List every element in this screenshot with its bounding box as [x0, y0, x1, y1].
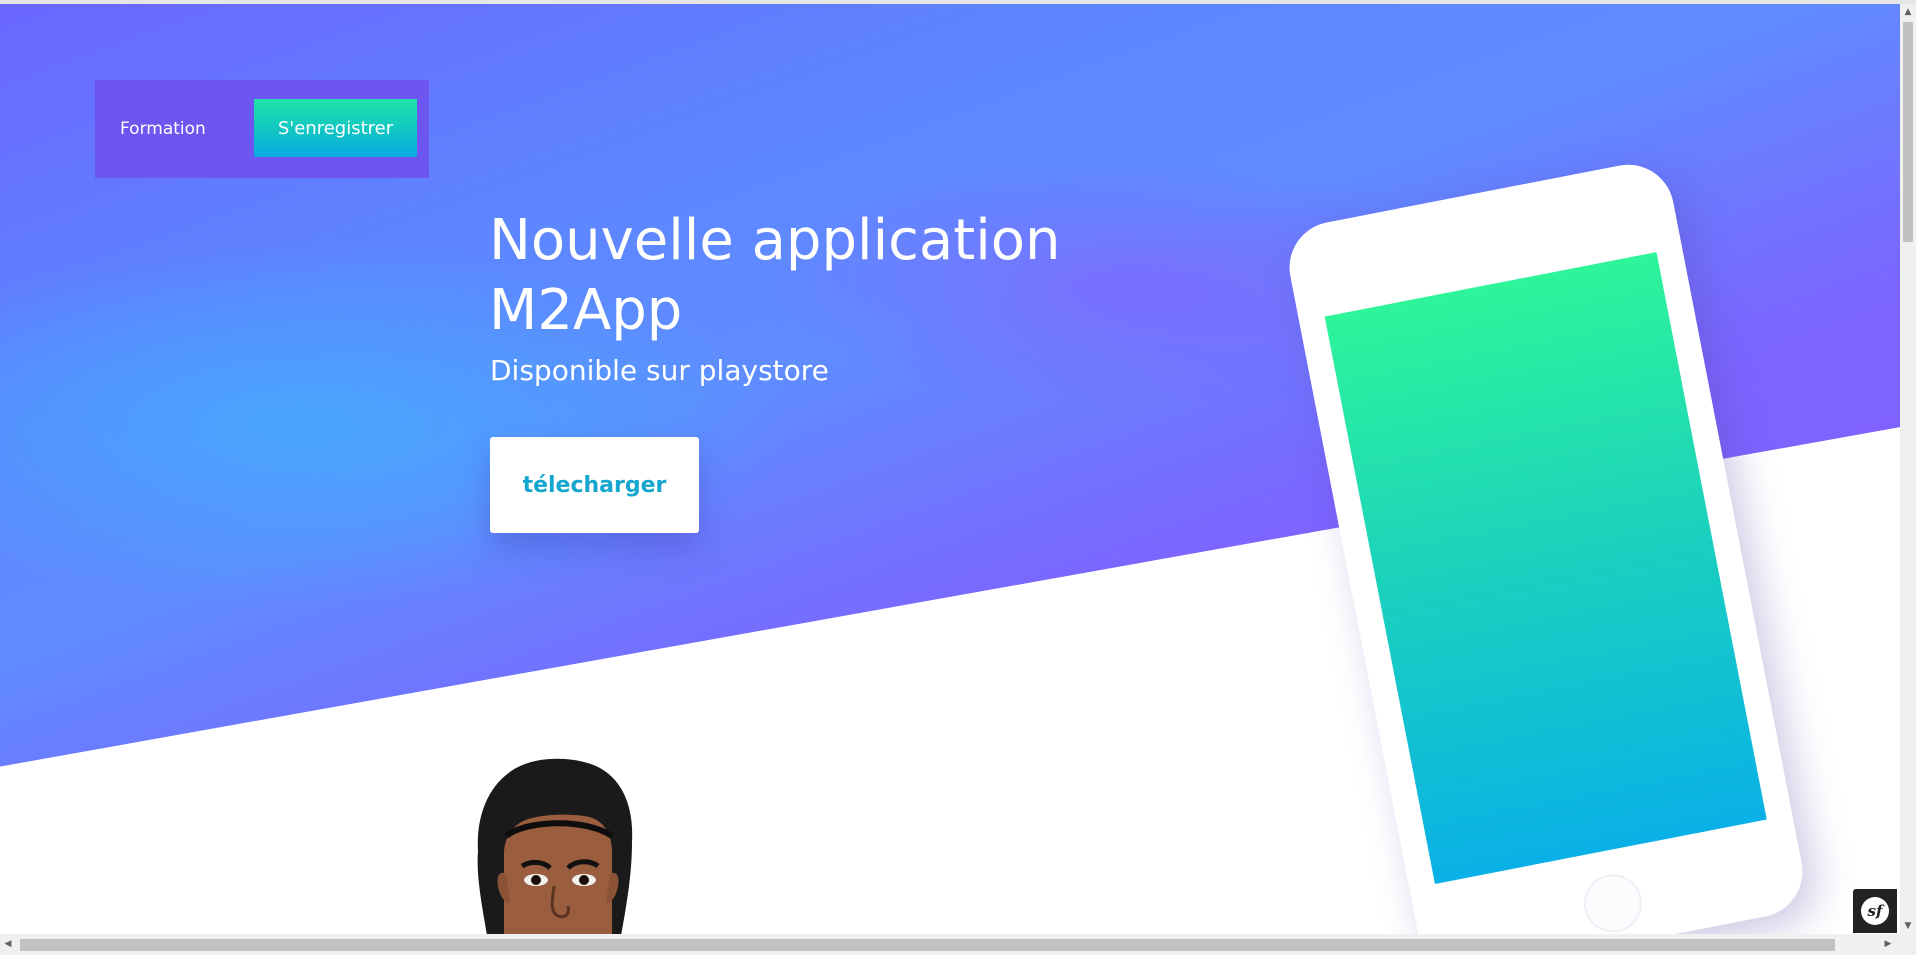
scroll-up-icon[interactable]: ▲: [1900, 4, 1916, 20]
register-button[interactable]: S'enregistrer: [254, 99, 417, 157]
horizontal-scrollbar[interactable]: ◀ ▶: [0, 934, 1916, 955]
page-title: Nouvelle application M2App: [489, 208, 1061, 343]
symfony-icon: sf: [1861, 897, 1889, 925]
symfony-toolbar-toggle[interactable]: sf: [1853, 889, 1897, 933]
scroll-down-icon[interactable]: ▼: [1900, 918, 1916, 934]
horizontal-scroll-thumb[interactable]: [20, 939, 1835, 951]
hero-section: Formation S'enregistrer Nouvelle applica…: [0, 4, 1900, 934]
scroll-right-icon[interactable]: ▶: [1880, 936, 1896, 952]
nav-link-formation[interactable]: Formation: [120, 80, 206, 178]
vertical-scrollbar[interactable]: ▲ ▼: [1900, 4, 1916, 934]
page-subtitle: Disponible sur playstore: [490, 354, 829, 387]
top-nav: Formation S'enregistrer: [95, 80, 429, 178]
vertical-scroll-thumb[interactable]: [1903, 22, 1913, 242]
avatar-illustration: [477, 758, 633, 934]
scroll-left-icon[interactable]: ◀: [0, 936, 16, 952]
download-button[interactable]: télecharger: [490, 437, 699, 533]
